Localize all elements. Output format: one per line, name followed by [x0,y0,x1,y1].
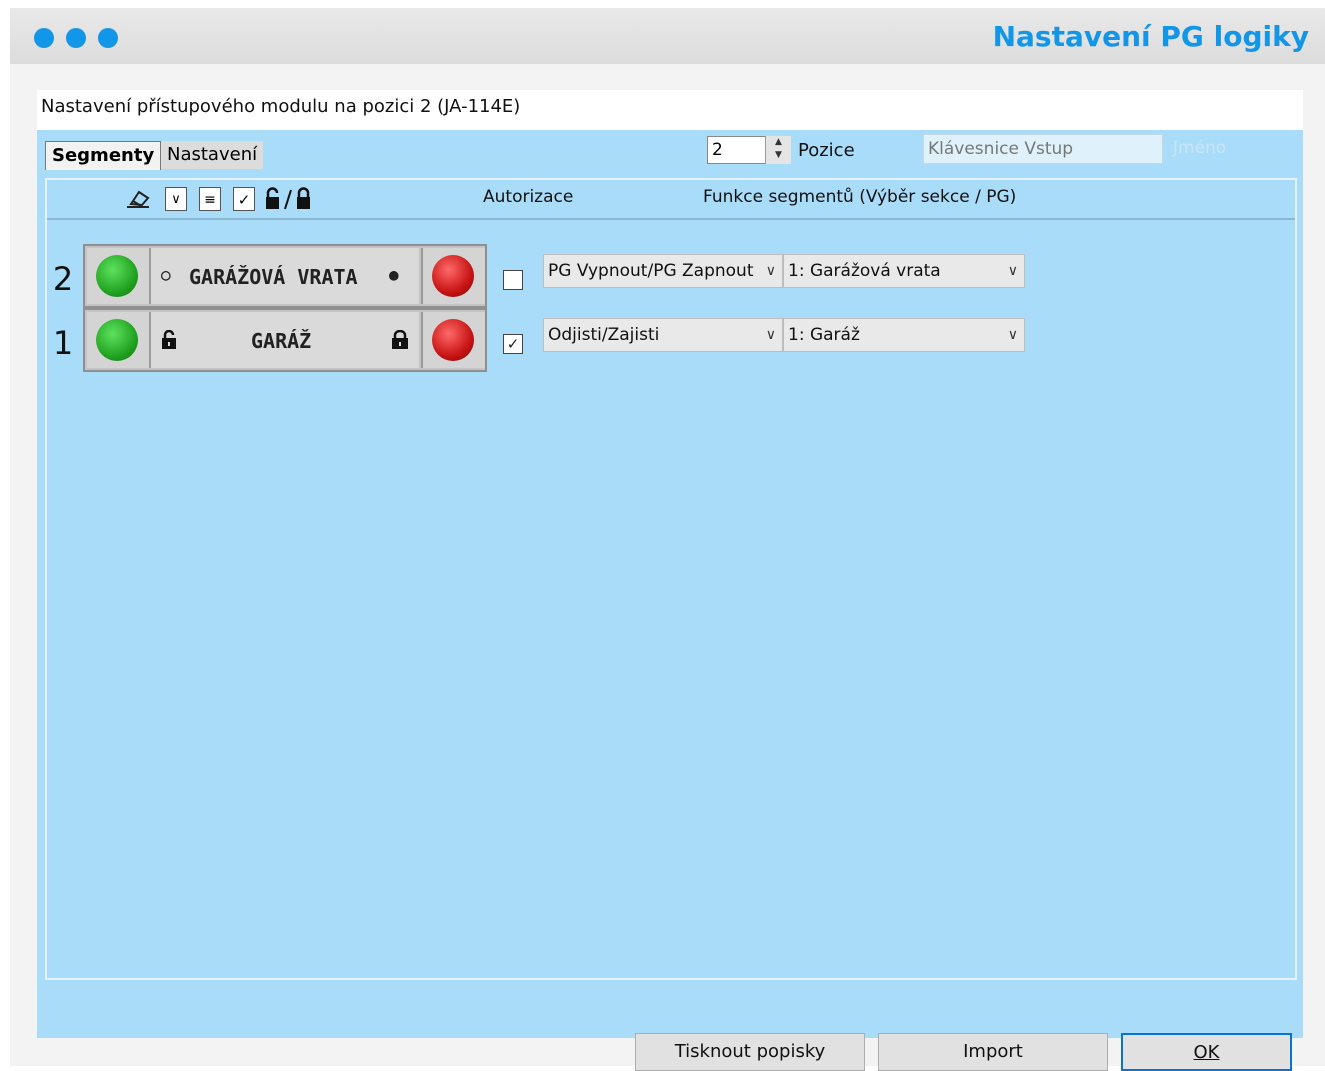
segment-2-red-button[interactable] [421,248,485,304]
segment-number: 2 [52,260,74,298]
locked-padlock-icon [391,329,409,354]
col-authorization: Autorizace [483,187,574,207]
window-dot-icon [66,28,86,48]
ok-label: OK [1193,1042,1220,1063]
segment-number: 1 [52,324,74,362]
segment-1-green-button[interactable] [87,312,151,368]
window-title: Nastavení PG logiky [992,20,1309,53]
segment-2-green-button[interactable] [87,248,151,304]
checkmark-icon: ✓ [506,335,520,353]
spin-down-icon[interactable]: ▼ [766,149,791,162]
position-spinner[interactable]: ▲ ▼ [765,136,791,164]
eraser-tool-icon[interactable] [121,187,155,211]
segment-2-target-value: 1: Garážová vrata [788,261,941,281]
chevron-down-icon: ∨ [1007,263,1018,279]
name-label: Jméno [1173,138,1227,158]
segment-2-auth-checkbox[interactable] [503,270,523,290]
window-dot-icon [98,28,118,48]
segment-2-target-select[interactable]: 1: Garážová vrata ∨ [783,254,1025,288]
title-bar: Nastavení PG logiky [10,8,1325,64]
green-led-icon [96,319,138,361]
segment-2-label-area: ○ GARÁŽOVÁ VRATA ● [151,248,419,304]
segment-1-target-select[interactable]: 1: Garáž ∨ [783,318,1025,352]
tab-segmenty[interactable]: Segmenty [45,141,162,170]
dropdown-tool-icon[interactable]: ∨ [165,187,187,211]
circle-outline-icon: ○ [161,265,171,284]
segment-1-function-select[interactable]: Odjisti/Zajisti ∨ [543,318,783,352]
segments-panel: ∨ ≡ ✓ Autorizace Funkce segmentů (Výběr … [45,178,1297,980]
segment-1-label-area: GARÁŽ [151,312,419,368]
segment-1-function-value: Odjisti/Zajisti [548,325,660,345]
position-label: Pozice [798,140,855,161]
segments-header: ∨ ≡ ✓ Autorizace Funkce segmentů (Výběr … [47,180,1295,220]
segment-2-function-select[interactable]: PG Vypnout/PG Zapnout ∨ [543,254,783,288]
segment-2-display: ○ GARÁŽOVÁ VRATA ● [83,244,487,308]
name-input[interactable]: Klávesnice Vstup [923,134,1163,164]
dialog-caption: Nastavení přístupového modulu na pozici … [41,96,521,117]
app-frame: Nastavení PG logiky Nastavení přístupové… [10,8,1325,1071]
segment-1-label: GARÁŽ [251,329,312,353]
segment-1-auth-checkbox[interactable]: ✓ [503,334,523,354]
col-functions: Funkce segmentů (Výběr sekce / PG) [703,187,1017,207]
print-labels-button[interactable]: Tisknout popisky [635,1033,865,1071]
chevron-down-icon: ∨ [1007,327,1018,343]
chevron-down-icon: ∨ [765,327,776,343]
red-led-icon [432,319,474,361]
circle-filled-icon: ● [389,265,399,284]
checkbox-tool-icon[interactable]: ✓ [233,187,255,211]
ok-button[interactable]: OK [1121,1033,1292,1071]
segment-1-target-value: 1: Garáž [788,325,860,345]
align-center-icon[interactable]: ≡ [199,187,221,211]
pg-logic-dialog: Nastavení přístupového modulu na pozici … [37,90,1303,1071]
unlocked-padlock-icon [161,329,179,354]
window-dot-icon [34,28,54,48]
red-led-icon [432,255,474,297]
lock-toggle-icon[interactable] [263,187,321,211]
dialog-body: Segmenty Nastavení 2 ▲ ▼ Pozice Klávesni… [37,130,1303,1071]
segment-1-display: GARÁŽ [83,308,487,372]
chevron-down-icon: ∨ [765,263,776,279]
tab-nastaveni[interactable]: Nastavení [161,141,264,169]
segment-2-label: GARÁŽOVÁ VRATA [189,265,358,289]
segment-2-function-value: PG Vypnout/PG Zapnout [548,261,754,281]
spin-up-icon[interactable]: ▲ [766,136,791,149]
import-button[interactable]: Import [878,1033,1108,1071]
segment-1-red-button[interactable] [421,312,485,368]
green-led-icon [96,255,138,297]
